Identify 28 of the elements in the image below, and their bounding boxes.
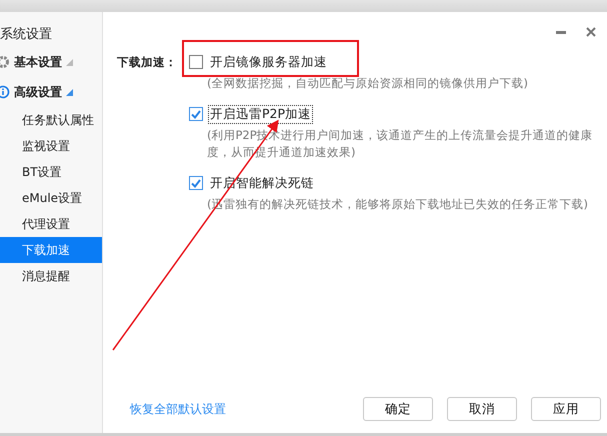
info-icon: [0, 85, 10, 99]
caret-icon: [66, 88, 73, 96]
sidebar-item[interactable]: 下载加速: [0, 237, 102, 263]
sidebar-group[interactable]: 基本设置: [14, 54, 62, 70]
gear-icon: [0, 55, 10, 69]
checkbox[interactable]: [189, 55, 203, 69]
restore-defaults-link[interactable]: 恢复全部默认设置: [130, 400, 349, 418]
sidebar-item[interactable]: 代理设置: [0, 211, 102, 237]
option-label[interactable]: 开启镜像服务器加速: [209, 54, 328, 70]
sidebar-item[interactable]: 任务默认属性: [0, 107, 102, 133]
sidebar-item[interactable]: 消息提醒: [0, 263, 102, 289]
sidebar-item[interactable]: BT设置: [0, 159, 102, 185]
sidebar-item[interactable]: 监视设置: [0, 133, 102, 159]
sidebar-title: 系统设置: [0, 26, 53, 44]
dialog-button[interactable]: 取消: [447, 397, 517, 421]
option-label[interactable]: 开启迅雷P2P加速: [209, 106, 312, 122]
minimize-icon: [556, 30, 566, 34]
sidebar-group[interactable]: 高级设置: [14, 84, 62, 100]
sidebar-item[interactable]: eMule设置: [0, 185, 102, 211]
option-description: (全网数据挖掘，自动匹配与原始资源相同的镜像供用户下载): [207, 75, 529, 92]
close-icon: [586, 27, 596, 37]
dialog-button[interactable]: 应用: [531, 397, 601, 421]
checkbox[interactable]: [189, 107, 203, 121]
section-label: 下载加速：: [117, 54, 177, 71]
checkbox[interactable]: [189, 176, 203, 190]
dialog-button[interactable]: 确定: [363, 397, 433, 421]
close-button[interactable]: [585, 26, 597, 38]
caret-icon: [66, 58, 73, 66]
